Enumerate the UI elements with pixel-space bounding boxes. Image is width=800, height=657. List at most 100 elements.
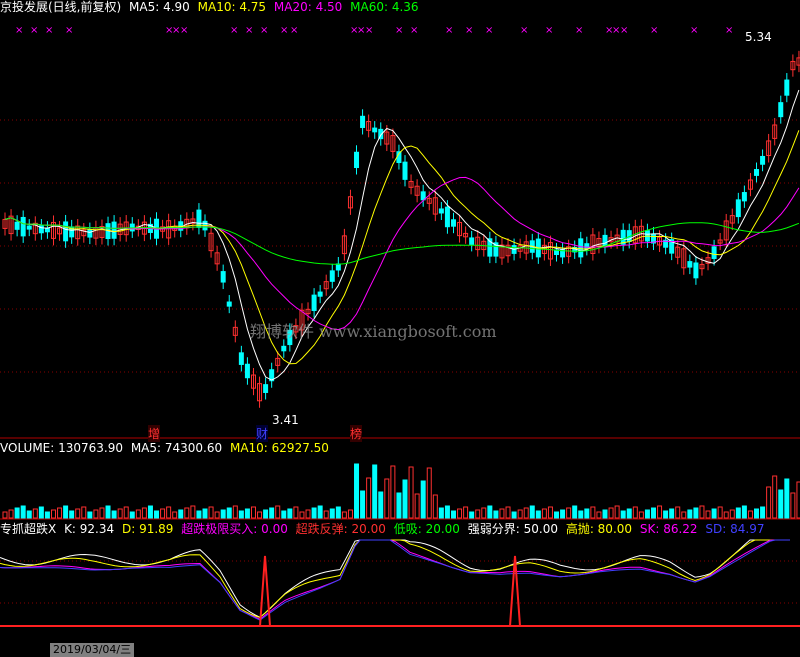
volume-bar [390, 465, 396, 519]
event-marker-cai[interactable]: 财 [256, 425, 269, 442]
volume-bar [535, 510, 541, 519]
volume-bar [657, 505, 663, 519]
signal-mark: × [690, 25, 698, 36]
candle-body [317, 291, 323, 297]
ma5-value: MA5: 4.90 [129, 0, 190, 14]
volume-bar [293, 506, 299, 519]
volume-bar [663, 510, 669, 519]
candle-body [354, 151, 360, 169]
signal-mark: × [230, 25, 238, 36]
indicator-header: 专抓超跌X K: 92.34 D: 91.89 超跌极限买入: 0.00 超跌反… [0, 522, 768, 536]
volume-bar [760, 506, 766, 519]
candle-body [244, 363, 250, 379]
volume-bar [196, 510, 202, 519]
volume-bar [426, 467, 432, 519]
candle-body [735, 199, 741, 218]
volume-bar [481, 507, 487, 519]
candle-body [741, 192, 747, 202]
indicator-name[interactable]: 专抓超跌X [0, 522, 56, 536]
volume-bar [560, 509, 566, 519]
indicator-rebound: 超跌反弹: 20.00 [295, 522, 386, 536]
volume-bar [541, 508, 547, 519]
volume-bar [160, 508, 166, 519]
volume-bar [705, 510, 711, 519]
date-cursor-label: 2019/03/04/三 [50, 643, 135, 657]
k-line [0, 539, 790, 618]
volume-value: VOLUME: 130763.90 [0, 441, 123, 455]
volume-bar [511, 511, 517, 519]
volume-bar [644, 509, 650, 519]
volume-bar [154, 510, 160, 519]
volume-bar [75, 508, 81, 519]
volume-bar [432, 494, 438, 519]
volume-bar [190, 505, 196, 519]
signal-mark: × [260, 25, 268, 36]
signal-mark: × [620, 25, 628, 36]
indicator-d: D: 91.89 [121, 522, 174, 536]
volume-bar [614, 505, 620, 519]
stock-title: 京投发展(日线,前复权) [0, 0, 122, 14]
d-line [0, 539, 790, 619]
volume-bar [178, 509, 184, 519]
signal-mark: × [245, 25, 253, 36]
indicator-high-sell: 高抛: 80.00 [565, 522, 633, 536]
volume-bar [772, 475, 778, 519]
volume-bar [202, 508, 208, 519]
volume-bar [414, 493, 420, 519]
volume-bar [487, 505, 493, 519]
volume-bar [741, 505, 747, 519]
candle-body [693, 262, 699, 279]
candle-body [778, 102, 784, 118]
signal-mark: × [410, 25, 418, 36]
volume-bar [469, 511, 475, 519]
volume-bar [632, 506, 638, 519]
volume-bar [281, 510, 287, 519]
signal-mark: × [280, 25, 288, 36]
candle-body [329, 270, 335, 282]
volume-bar [517, 509, 523, 519]
volume-bar [2, 511, 8, 519]
volume-bar [408, 466, 414, 519]
candle-body [687, 261, 693, 268]
volume-bar [323, 510, 329, 519]
candle-body [438, 208, 444, 214]
volume-bar [208, 506, 214, 519]
volume-bar [778, 489, 784, 519]
volume-bar [238, 510, 244, 519]
volume-bar [214, 511, 220, 519]
candle-body [26, 225, 32, 230]
volume-bar [341, 511, 347, 519]
volume-bar [63, 505, 69, 519]
candle-body [335, 263, 341, 271]
volume-bar [693, 507, 699, 519]
signal-mark: × [30, 25, 38, 36]
candle-body [372, 127, 378, 133]
volume-bar [244, 508, 250, 519]
volume-bar [681, 511, 687, 519]
volume-bar [135, 509, 141, 519]
volume-bar [26, 510, 32, 519]
volume-bar [402, 479, 408, 519]
event-marker-zeng[interactable]: 增 [148, 425, 161, 442]
volume-bar [493, 510, 499, 519]
volume-bar [172, 511, 178, 519]
event-marker-bang[interactable]: 榜 [350, 425, 363, 442]
volume-header: VOLUME: 130763.90 MA5: 74300.60 MA10: 62… [0, 441, 333, 455]
candle-body [711, 246, 717, 259]
volume-bar [329, 508, 335, 519]
volume-bar [44, 511, 50, 519]
volume-bar [790, 492, 796, 519]
volume-ma5: MA5: 74300.60 [130, 441, 223, 455]
candle-body [14, 221, 20, 230]
candle-body [444, 206, 450, 228]
candle-body [602, 234, 608, 247]
signal-mark: × [575, 25, 583, 36]
indicator-k: K: 92.34 [64, 522, 115, 536]
indicator-low-buy: 低吸: 20.00 [393, 522, 460, 536]
candle-body [226, 301, 232, 307]
candle-body [402, 161, 408, 180]
volume-bar [335, 506, 341, 519]
volume-bar [354, 463, 360, 519]
volume-bar [347, 509, 353, 519]
volume-bar [38, 506, 44, 519]
